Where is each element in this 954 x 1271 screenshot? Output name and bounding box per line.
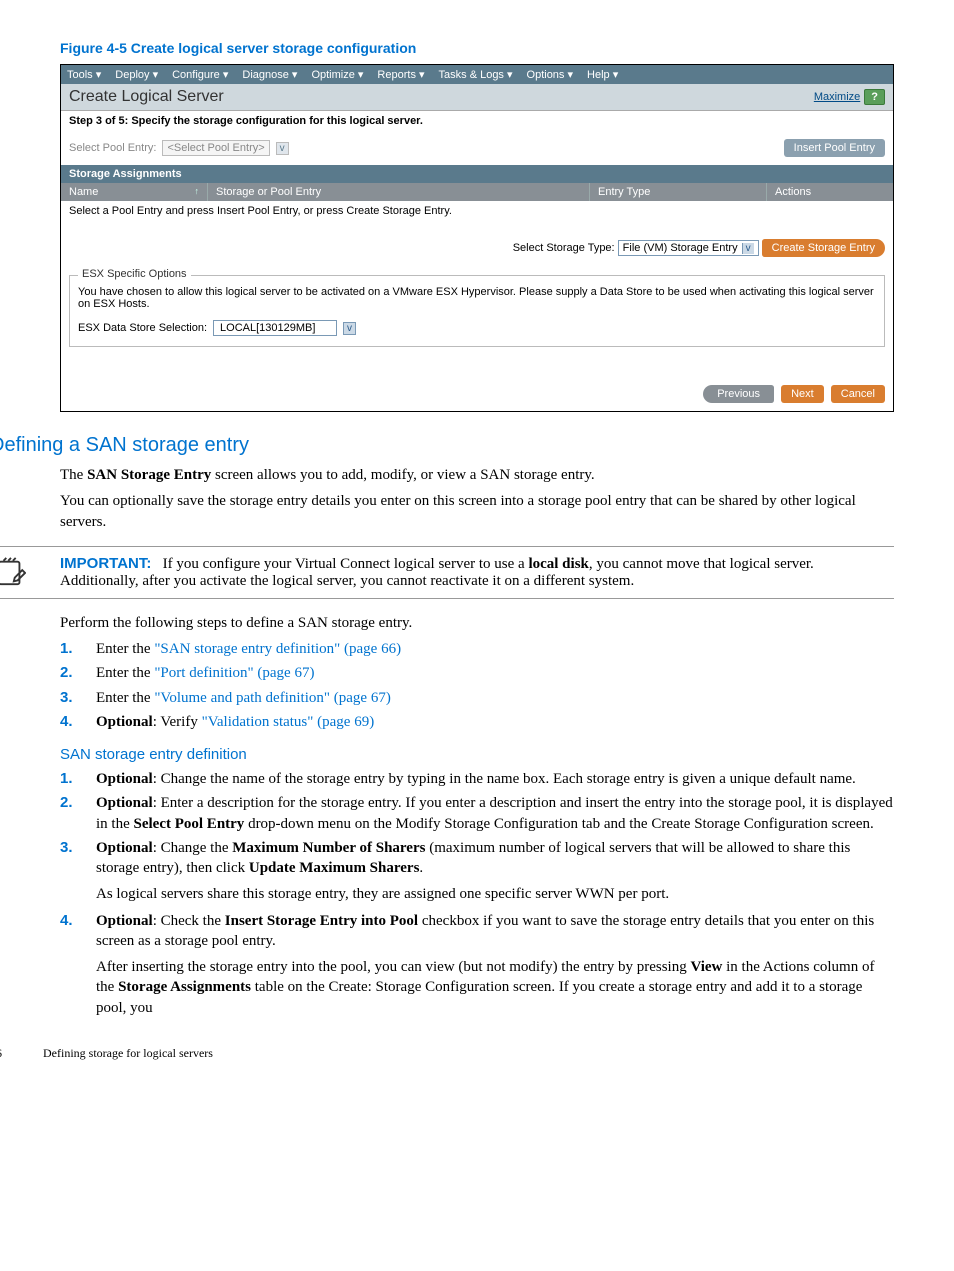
list-item: Enter the "Volume and path definition" (… [60, 688, 894, 708]
col-name[interactable]: Name↑ [61, 183, 208, 201]
storage-assignments-header: Storage Assignments [61, 165, 893, 183]
previous-button[interactable]: Previous [703, 385, 774, 403]
storage-type-label: Select Storage Type: [513, 242, 615, 254]
important-note: IMPORTANT: If you configure your Virtual… [0, 546, 894, 599]
steps-list-2: Optional: Change the name of the storage… [60, 769, 894, 1018]
wizard-step-text: Step 3 of 5: Specify the storage configu… [61, 111, 893, 131]
menu-tools[interactable]: Tools ▾ [67, 68, 101, 81]
storage-type-row: Select Storage Type: File (VM) Storage E… [61, 221, 893, 271]
subsection-heading: SAN storage entry definition [60, 746, 894, 763]
menu-optimize[interactable]: Optimize ▾ [311, 68, 363, 81]
chevron-down-icon[interactable]: v [276, 142, 289, 155]
screenshot-container: Tools ▾ Deploy ▾ Configure ▾ Diagnose ▾ … [60, 64, 894, 412]
esx-options-group: ESX Specific Options You have chosen to … [69, 275, 885, 347]
list-item: Optional: Change the name of the storage… [60, 769, 894, 789]
page-footer: 66 Defining storage for logical servers [0, 1046, 894, 1061]
body-paragraph: You can optionally save the storage entr… [60, 491, 894, 532]
menu-diagnose[interactable]: Diagnose ▾ [242, 68, 297, 81]
section-heading: Defining a SAN storage entry [0, 434, 894, 457]
figure-title: Figure 4-5 Create logical server storage… [60, 40, 894, 56]
table-header-row: Name↑ Storage or Pool Entry Entry Type A… [61, 183, 893, 201]
chevron-down-icon[interactable]: v [742, 243, 754, 254]
pool-entry-label: Select Pool Entry: [69, 142, 156, 154]
esx-description: You have chosen to allow this logical se… [78, 286, 876, 310]
col-actions[interactable]: Actions [767, 183, 893, 201]
xref-link[interactable]: "Volume and path definition" (page 67) [154, 690, 391, 706]
page-number: 66 [0, 1046, 40, 1061]
sort-icon[interactable]: ↑ [195, 186, 200, 198]
create-storage-entry-button[interactable]: Create Storage Entry [762, 239, 885, 257]
list-item-sub: After inserting the storage entry into t… [96, 957, 894, 1018]
xref-link[interactable]: "Port definition" (page 67) [154, 665, 314, 681]
xref-link[interactable]: "Validation status" (page 69) [202, 714, 375, 730]
menu-tasks-logs[interactable]: Tasks & Logs ▾ [439, 68, 513, 81]
esx-datastore-label: ESX Data Store Selection: [78, 322, 207, 334]
menubar: Tools ▾ Deploy ▾ Configure ▾ Diagnose ▾ … [61, 65, 893, 84]
cancel-button[interactable]: Cancel [831, 385, 885, 403]
chevron-down-icon[interactable]: v [343, 322, 356, 335]
list-item: Optional: Verify "Validation status" (pa… [60, 712, 894, 732]
page-title: Create Logical Server [69, 88, 224, 106]
help-button[interactable]: ? [864, 89, 885, 105]
esx-datastore-select[interactable]: LOCAL[130129MB] [213, 320, 337, 336]
list-item: Enter the "Port definition" (page 67) [60, 663, 894, 683]
list-item: Optional: Enter a description for the st… [60, 793, 894, 834]
xref-link[interactable]: "SAN storage entry definition" (page 66) [154, 641, 401, 657]
menu-deploy[interactable]: Deploy ▾ [115, 68, 158, 81]
chapter-title: Defining storage for logical servers [43, 1046, 213, 1060]
list-item-sub: As logical servers share this storage en… [96, 884, 894, 904]
wizard-buttons: Previous Next Cancel [61, 357, 893, 411]
menu-help[interactable]: Help ▾ [587, 68, 618, 81]
col-storage-or-pool[interactable]: Storage or Pool Entry [208, 183, 590, 201]
table-hint: Select a Pool Entry and press Insert Poo… [61, 201, 893, 221]
storage-type-select[interactable]: File (VM) Storage Entryv [618, 240, 759, 256]
important-label: IMPORTANT: [60, 555, 151, 572]
menu-configure[interactable]: Configure ▾ [172, 68, 228, 81]
body-paragraph: Perform the following steps to define a … [60, 613, 894, 633]
note-icon [0, 557, 26, 587]
esx-legend: ESX Specific Options [78, 268, 191, 280]
pool-entry-row: Select Pool Entry: <Select Pool Entry> v… [61, 131, 893, 165]
menu-reports[interactable]: Reports ▾ [377, 68, 424, 81]
body-paragraph: The SAN Storage Entry screen allows you … [60, 465, 894, 485]
insert-pool-entry-button[interactable]: Insert Pool Entry [784, 139, 885, 157]
list-item: Optional: Change the Maximum Number of S… [60, 838, 894, 905]
titlebar: Create Logical Server Maximize ? [61, 84, 893, 111]
steps-list-1: Enter the "SAN storage entry definition"… [60, 639, 894, 732]
col-entry-type[interactable]: Entry Type [590, 183, 767, 201]
list-item: Optional: Check the Insert Storage Entry… [60, 911, 894, 1018]
menu-options[interactable]: Options ▾ [527, 68, 574, 81]
list-item: Enter the "SAN storage entry definition"… [60, 639, 894, 659]
pool-entry-select[interactable]: <Select Pool Entry> [162, 140, 269, 156]
next-button[interactable]: Next [781, 385, 824, 403]
maximize-link[interactable]: Maximize [814, 91, 860, 103]
